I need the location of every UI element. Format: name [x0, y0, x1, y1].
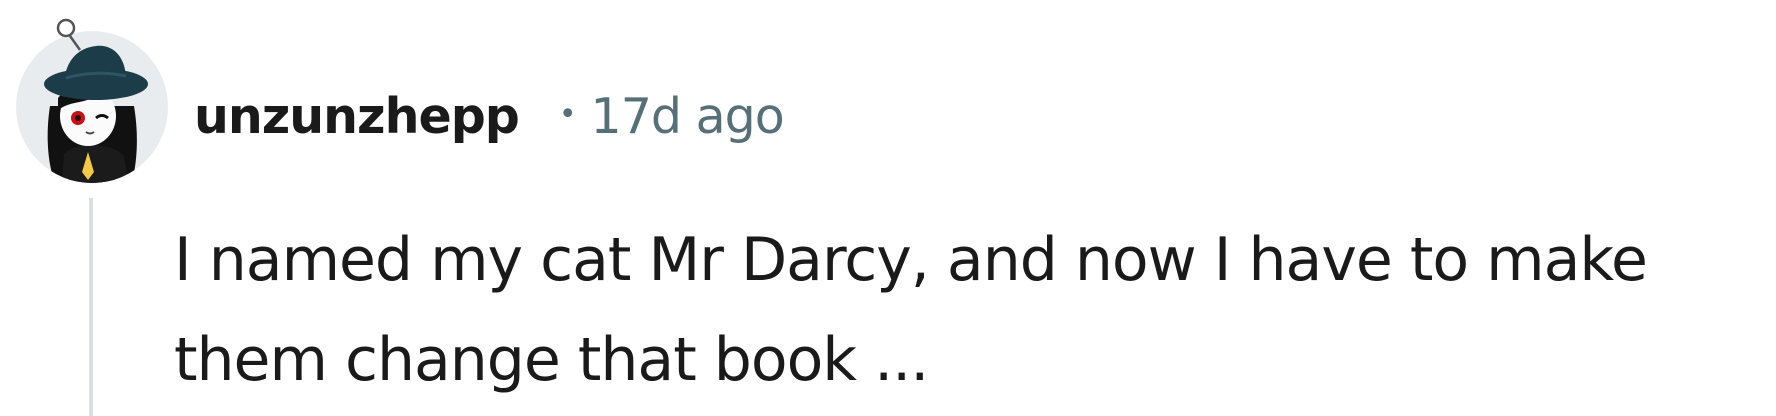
user-avatar[interactable]: [16, 14, 168, 184]
comment-body: I named my cat Mr Darcy, and now I have …: [174, 210, 1774, 410]
avatar-icon: [16, 18, 168, 183]
thread-line[interactable]: [89, 198, 93, 416]
comment: unzunzhepp • 17d ago I named my cat Mr D…: [0, 0, 1776, 416]
meta-separator: •: [558, 96, 577, 132]
comment-header: unzunzhepp • 17d ago: [194, 78, 785, 154]
comment-timestamp[interactable]: 17d ago: [591, 88, 785, 145]
author-username[interactable]: unzunzhepp: [194, 88, 520, 145]
comment-body-line: them change that book ...: [174, 325, 929, 395]
comment-body-line: I named my cat Mr Darcy, and now I have …: [174, 225, 1648, 295]
